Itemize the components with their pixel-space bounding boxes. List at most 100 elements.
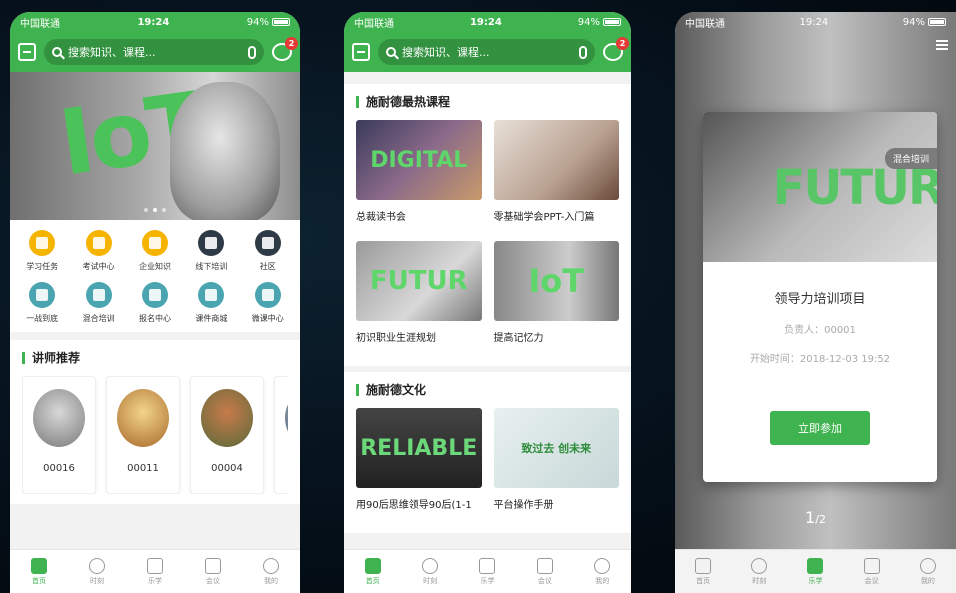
course-title: 零基础学会PPT-入门篇: [493, 212, 595, 223]
tab-moments[interactable]: 时刻: [422, 557, 439, 586]
tab-mine[interactable]: 我的: [263, 557, 279, 586]
tab-moments[interactable]: 时刻: [751, 557, 768, 586]
feature-item[interactable]: 报名中心: [127, 282, 183, 324]
battery-icon: [602, 17, 621, 26]
rocket-icon: [479, 557, 496, 574]
tab-home[interactable]: 首页: [31, 557, 47, 586]
menu-icon[interactable]: [936, 40, 948, 50]
join-button[interactable]: 立即参加: [770, 411, 870, 445]
teacher-name: 00004: [211, 463, 243, 474]
course-thumbnail: 致过去 创未来: [493, 408, 619, 488]
microphone-icon[interactable]: [248, 45, 256, 59]
project-image: FUTUR 混合培训: [703, 112, 937, 262]
search-icon: [52, 47, 62, 57]
search-header: 搜索知识、课程... 2: [344, 32, 631, 72]
pager: 1/2: [675, 508, 956, 527]
scan-icon[interactable]: [352, 43, 370, 61]
feature-label: 一战到底: [26, 314, 59, 323]
course-card[interactable]: 致过去 创未来平台操作手册: [493, 408, 619, 523]
status-bar: 中国联通 19:24 94%: [344, 12, 631, 32]
battery-icon: [271, 17, 290, 26]
teacher-card[interactable]: 00011: [106, 376, 180, 494]
message-badge: 2: [285, 37, 298, 50]
feature-item[interactable]: 社区: [240, 230, 296, 272]
course-card[interactable]: 零基础学会PPT-入门篇: [493, 120, 619, 235]
feature-item[interactable]: 考试中心: [70, 230, 126, 272]
message-icon[interactable]: 2: [272, 37, 298, 61]
feature-label: 线下培训: [195, 262, 228, 271]
feature-item[interactable]: 企业知识: [127, 230, 183, 272]
course-card[interactable]: IoT 提高记忆力: [493, 241, 619, 356]
feature-item[interactable]: 线下培训: [183, 230, 239, 272]
course-thumbnail: RELIABLE: [356, 408, 482, 488]
course-card[interactable]: RELIABLE 用90后思维领导90后(1-1: [356, 408, 482, 523]
course-thumbnail: FUTUR: [356, 241, 482, 321]
knowledge-icon: [141, 230, 168, 256]
message-icon[interactable]: 2: [603, 37, 629, 61]
search-input[interactable]: 搜索知识、课程...: [44, 39, 264, 65]
search-input[interactable]: 搜索知识、课程...: [378, 39, 595, 65]
feature-item[interactable]: 混合培训: [70, 282, 126, 324]
teacher-card[interactable]: 0: [274, 376, 288, 494]
status-bar: 中国联通 19:24 94%: [10, 12, 300, 32]
search-placeholder: 搜索知识、课程...: [68, 46, 156, 59]
course-grid: DIGITAL 总裁读书会 零基础学会PPT-入门篇 FUTUR 初识职业生涯规划 IoT…: [356, 120, 619, 356]
scan-icon[interactable]: [18, 43, 36, 61]
teacher-card[interactable]: 00016: [22, 376, 96, 494]
bottom-tab-bar: 首页 时刻 乐学 会议 我的: [675, 549, 956, 593]
feature-label: 企业知识: [138, 262, 171, 271]
teacher-card[interactable]: 00004: [190, 376, 264, 494]
video-icon: [536, 557, 553, 574]
course-card[interactable]: DIGITAL 总裁读书会: [356, 120, 482, 235]
tab-learn[interactable]: 乐学: [807, 557, 824, 586]
video-icon: [863, 557, 880, 574]
phone-project-screen: 中国联通 19:24 94% FUTUR 混合培训 领导力培训项目 负责人：00…: [675, 12, 956, 593]
time-label: 19:24: [137, 16, 170, 28]
project-owner: 负责人：00001: [784, 325, 856, 336]
battery-indicator: 94%: [903, 17, 946, 28]
tab-mine[interactable]: 我的: [594, 557, 611, 586]
culture-grid: RELIABLE 用90后思维领导90后(1-1 致过去 创未来平台操作手册: [356, 408, 619, 523]
teacher-section: 讲师推荐 00016 00011 00004 0: [10, 340, 300, 504]
course-title: 用90后思维领导90后(1-1: [356, 500, 472, 511]
feature-item[interactable]: 学习任务: [14, 230, 70, 272]
tab-mine[interactable]: 我的: [919, 557, 936, 586]
aperture-icon: [751, 557, 768, 574]
tab-learn[interactable]: 乐学: [147, 557, 163, 586]
avatar: [33, 389, 85, 447]
aperture-icon: [89, 557, 105, 574]
banner-portrait: [170, 82, 280, 220]
banner-carousel[interactable]: IoT: [10, 72, 300, 220]
microphone-icon[interactable]: [579, 45, 587, 59]
aperture-icon: [422, 557, 439, 574]
project-start-time: 开始时间：2018-12-03 19:52: [749, 354, 891, 365]
course-card[interactable]: FUTUR 初识职业生涯规划: [356, 241, 482, 356]
feature-item[interactable]: 一战到底: [14, 282, 70, 324]
section-title: 施耐德文化: [356, 384, 619, 396]
feature-label: 课件商城: [195, 314, 228, 323]
tab-meeting[interactable]: 会议: [536, 557, 553, 586]
phone-courses-screen: 中国联通 19:24 94% 搜索知识、课程... 2 施耐德最热课程 DIGI…: [344, 12, 631, 593]
tab-moments[interactable]: 时刻: [89, 557, 105, 586]
signup-icon: [141, 282, 168, 308]
pager-current: 1: [805, 508, 816, 527]
carousel-dots: [10, 208, 300, 212]
exam-icon: [85, 230, 112, 256]
rocket-icon: [147, 557, 163, 574]
tab-meeting[interactable]: 会议: [205, 557, 221, 586]
tab-home[interactable]: 首页: [364, 557, 381, 586]
phone-home-screen: 中国联通 19:24 94% 搜索知识、课程... 2 IoT 学习任务 考试中心…: [10, 12, 300, 593]
person-icon: [263, 557, 279, 574]
feature-label: 学习任务: [26, 262, 59, 271]
project-card[interactable]: FUTUR 混合培训 领导力培训项目 负责人：00001 开始时间：2018-1…: [703, 112, 937, 482]
tab-learn[interactable]: 乐学: [479, 557, 496, 586]
course-thumbnail: DIGITAL: [356, 120, 482, 200]
feature-grid: 学习任务 考试中心 企业知识 线下培训 社区一战到底 混合培训 报名中心 课件商城 微课中心: [10, 220, 300, 332]
course-title: 平台操作手册: [493, 500, 554, 511]
feature-item[interactable]: 微课中心: [240, 282, 296, 324]
tab-meeting[interactable]: 会议: [863, 557, 880, 586]
tab-home[interactable]: 首页: [695, 557, 712, 586]
avatar: [117, 389, 169, 447]
culture-section: 施耐德文化 RELIABLE 用90后思维领导90后(1-1 致过去 创未来平台操作…: [344, 372, 631, 533]
feature-item[interactable]: 课件商城: [183, 282, 239, 324]
